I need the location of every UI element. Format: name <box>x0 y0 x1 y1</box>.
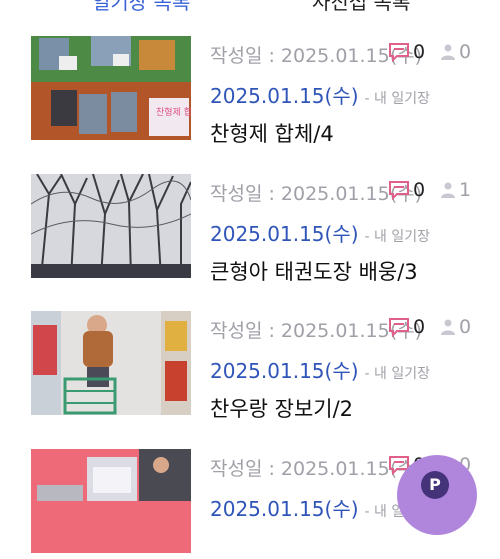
photo-caption-text: 찬형제 합체 <box>156 107 191 118</box>
diary-entry[interactable]: 작성일 : 2025.01.15(수) 0 0 2025.01.15(수) - 내… <box>0 311 500 421</box>
entry-meta: 작성일 : 2025.01.15(수) 0 0 <box>210 316 500 342</box>
entry-thumbnail: 찬형제 합체 <box>31 36 191 140</box>
profile-badge-icon: P <box>421 471 449 499</box>
comment-count: 0 <box>413 179 426 201</box>
entry-thumbnail <box>31 174 191 278</box>
entry-date-row: 2025.01.15(수) - 내 일기장 <box>210 355 430 384</box>
person-icon <box>441 43 455 65</box>
comment-count: 0 <box>413 316 426 338</box>
entry-thumbnail <box>31 449 191 553</box>
comment-icon <box>388 180 410 205</box>
comment-icon <box>388 42 410 67</box>
entry-source: - 내 일기장 <box>364 229 431 245</box>
diary-entry[interactable]: 작성일 : 2025.01.15(수) 0 1 2025.01.15(수) - 내… <box>0 174 500 284</box>
like-count: 1 <box>459 179 472 201</box>
entry-title: 찬우랑 장보기/2 <box>210 397 354 421</box>
person-icon <box>441 181 455 203</box>
entry-date: 2025.01.15(수) <box>210 222 359 246</box>
entry-source: - 내 일기장 <box>364 91 431 107</box>
like-count: 0 <box>459 316 472 338</box>
entry-date: 2025.01.15(수) <box>210 497 359 521</box>
entry-date-row: 2025.01.15(수) - 내 일기장 <box>210 80 430 109</box>
tab-photo-album[interactable]: 사진첩 목록 <box>312 0 410 15</box>
entry-title: 찬형제 합체/4 <box>210 122 334 146</box>
person-icon <box>441 318 455 340</box>
entry-title: 큰형아 태권도장 배웅/3 <box>210 260 418 284</box>
entry-date: 2025.01.15(수) <box>210 359 359 383</box>
tab-diary-list[interactable]: 일기장 목록 <box>92 0 190 15</box>
tab-bar: 일기장 목록 사진첩 목록 <box>0 0 500 14</box>
entry-thumbnail <box>31 311 191 415</box>
entry-source: - 내 일기장 <box>364 366 431 382</box>
comment-count: 0 <box>413 41 426 63</box>
entry-meta: 작성일 : 2025.01.15(수) 0 0 <box>210 41 500 67</box>
like-count: 0 <box>459 41 472 63</box>
entry-date: 2025.01.15(수) <box>210 84 359 108</box>
entry-date-row: 2025.01.15(수) - 내 일기장 <box>210 218 430 247</box>
entry-meta: 작성일 : 2025.01.15(수) 0 1 <box>210 179 500 205</box>
diary-entry[interactable]: 찬형제 합체 작성일 : 2025.01.15(수) 0 0 2025.01.1… <box>0 36 500 146</box>
floating-action-button[interactable]: P <box>397 455 477 535</box>
comment-icon <box>388 317 410 342</box>
